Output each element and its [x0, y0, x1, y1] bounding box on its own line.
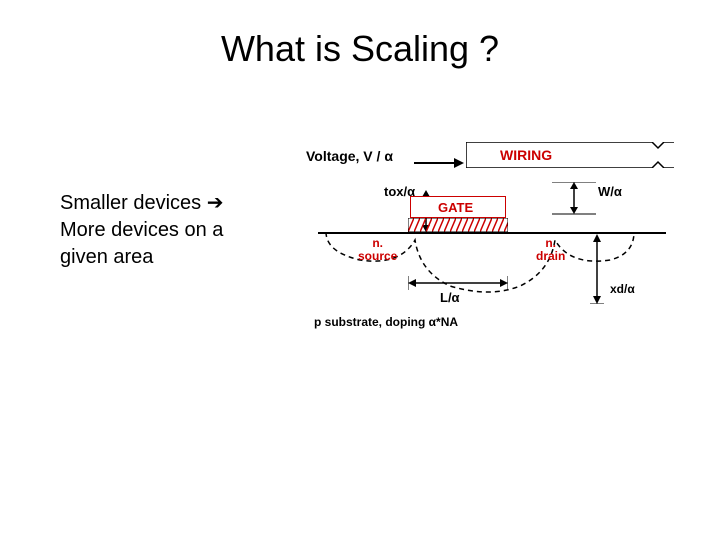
n-drain-label: n. drain — [536, 237, 565, 263]
subtitle-line-1: Smaller devices ➔ — [60, 192, 223, 214]
subtitle-line-3: given area — [60, 246, 153, 268]
mosfet-scaling-diagram: Voltage, V / α WIRING tox/α GATE W/α — [290, 140, 690, 360]
voltage-label: Voltage, V / α — [306, 148, 393, 164]
voltage-arrow-icon — [414, 156, 464, 170]
w-dimension-icon — [552, 182, 596, 218]
gate-oxide-hatching — [408, 218, 508, 232]
ndrain-top: n. — [545, 236, 556, 250]
xd-dimension-icon — [590, 234, 604, 304]
l-label: L/α — [440, 290, 460, 305]
slide-title: What is Scaling ? — [0, 28, 720, 70]
nsource-bot: source — [358, 249, 397, 263]
subtitle-line-2: More devices on a — [60, 219, 223, 241]
l-dimension-icon — [408, 276, 508, 290]
wiring-box-icon — [466, 142, 674, 168]
nsource-top: n. — [372, 236, 383, 250]
n-source-label: n. source — [358, 237, 397, 263]
w-label: W/α — [598, 184, 622, 199]
wiring-label: WIRING — [500, 147, 552, 163]
ndrain-bot: drain — [536, 249, 565, 263]
xd-label: xd/α — [610, 282, 635, 296]
gate-label: GATE — [438, 200, 473, 215]
slide-subtitle: Smaller devices ➔ More devices on a give… — [60, 190, 270, 271]
substrate-label: p substrate, doping α*NA — [314, 315, 458, 329]
